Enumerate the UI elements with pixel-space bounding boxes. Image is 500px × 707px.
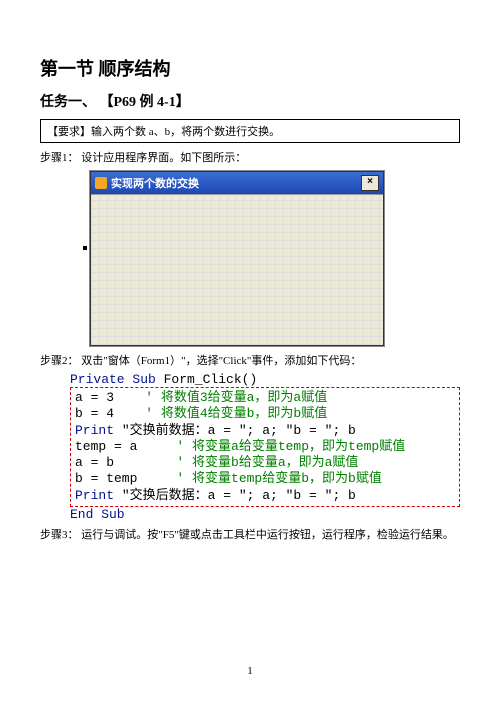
close-icon[interactable]: × (361, 175, 379, 191)
window-title: 实现两个数的交换 (111, 175, 199, 191)
resize-handle-dot (83, 246, 87, 250)
step-3: 步骤3： 运行与调试。按"F5"键或点击工具栏中运行按钮，运行程序，检验运行结果… (40, 526, 460, 542)
code-block: Private Sub Form_Click() a = 3 ' 将数值3给变量… (70, 372, 460, 522)
app-icon (95, 177, 107, 189)
section-heading: 第一节 顺序结构 (40, 55, 460, 81)
sub-declaration: Private Sub Form_Click() (70, 372, 460, 387)
form-screenshot: 实现两个数的交换 × (90, 171, 460, 346)
form-design-surface[interactable] (91, 194, 383, 345)
task-heading: 任务一、 【P69 例 4-1】 (40, 91, 460, 111)
end-sub: End Sub (70, 507, 460, 522)
requirement-box: 【要求】输入两个数 a、b，将两个数进行交换。 (40, 119, 460, 143)
page-number: 1 (0, 665, 500, 677)
window-titlebar: 实现两个数的交换 × (91, 172, 383, 194)
step-1: 步骤1： 设计应用程序界面。如下图所示： (40, 149, 460, 165)
code-body: a = 3 ' 将数值3给变量a，即为a赋值 b = 4 ' 将数值4给变量b，… (70, 387, 460, 507)
step-2: 步骤2： 双击"窗体（Form1）"，选择"Click"事件，添加如下代码： (40, 352, 460, 368)
